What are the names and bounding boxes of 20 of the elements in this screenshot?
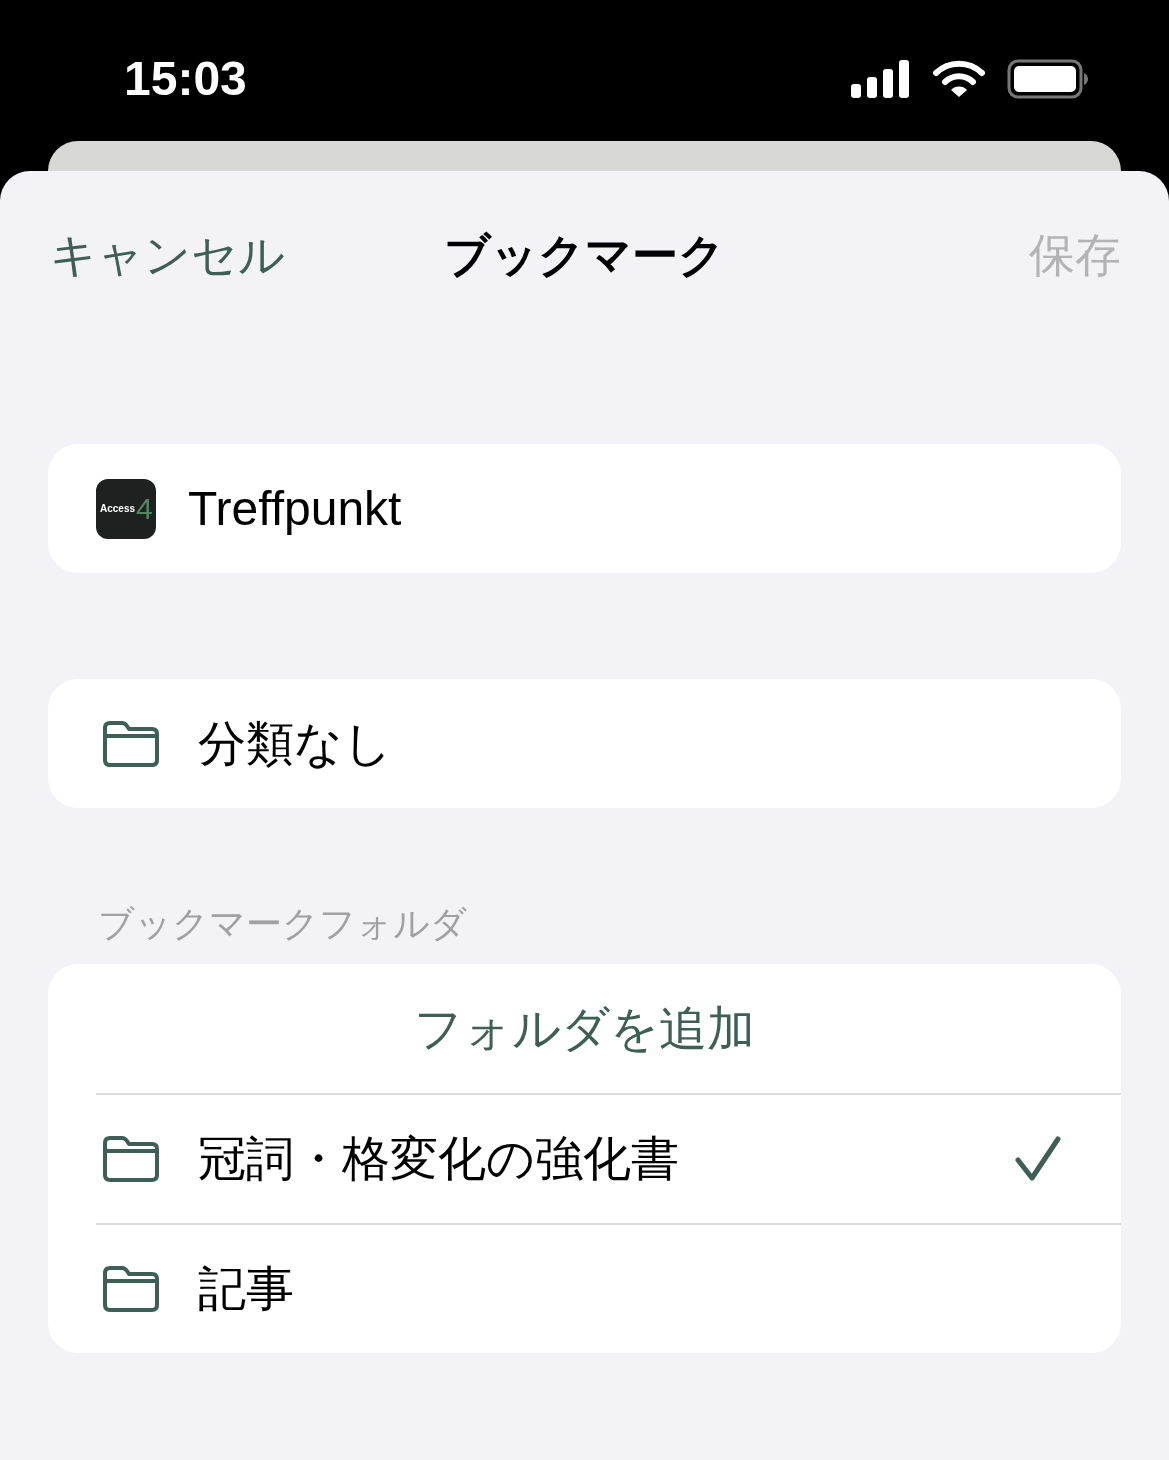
folder-label: 記事 <box>198 1261 295 1317</box>
signal-icon <box>851 59 911 98</box>
folder-label: 冠詞・格変化の強化書 <box>198 1131 680 1187</box>
battery-icon <box>1007 58 1089 99</box>
cancel-button[interactable]: キャンセル <box>48 220 285 290</box>
status-time: 15:03 <box>124 50 247 107</box>
folder-icon <box>102 1265 160 1313</box>
category-row[interactable]: 分類なし <box>48 679 1121 808</box>
wifi-icon <box>933 59 985 98</box>
app-icon-number: 4 <box>136 493 153 524</box>
section-header: ブックマークフォルダ <box>98 906 468 942</box>
folder-icon <box>102 1135 160 1183</box>
bookmark-title: Treffpunkt <box>188 480 402 537</box>
sheet-title: ブックマーク <box>444 227 725 283</box>
app-icon-label: Access <box>100 503 136 514</box>
folder-row[interactable]: 記事 <box>96 1225 1121 1353</box>
category-label: 分類なし <box>198 715 392 772</box>
add-folder-button[interactable]: フォルダを追加 <box>48 964 1121 1093</box>
folder-row[interactable]: 冠詞・格変化の強化書 <box>96 1095 1121 1223</box>
folder-icon <box>102 719 160 768</box>
